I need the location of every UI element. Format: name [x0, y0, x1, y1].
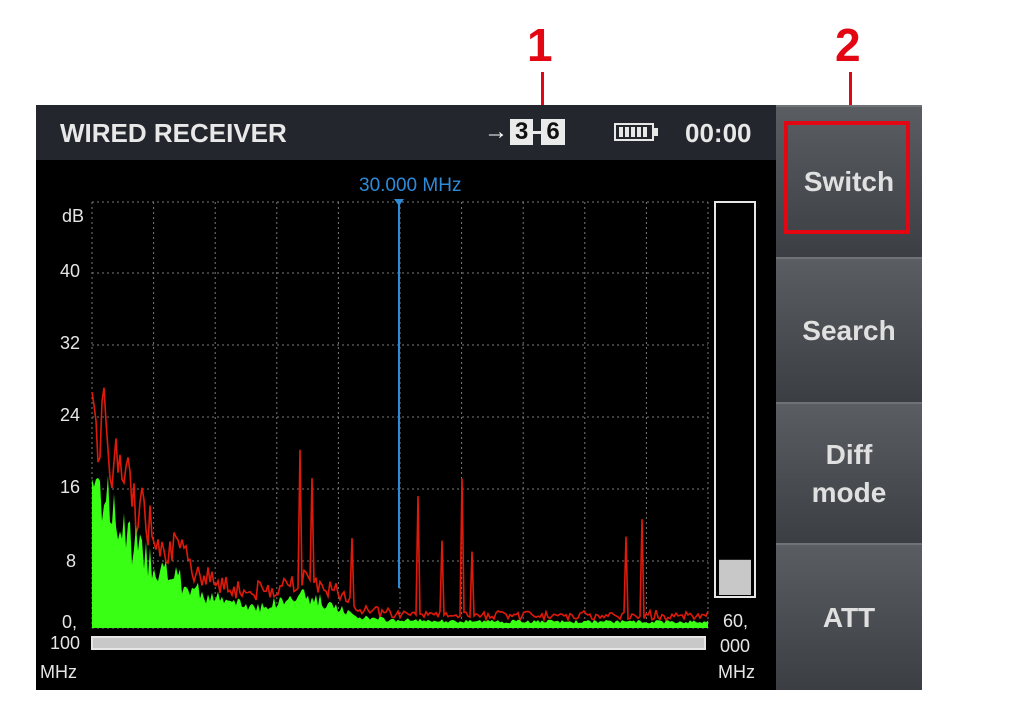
channel-from: 3 — [510, 119, 534, 145]
x-start-value: 100 — [50, 633, 80, 653]
arrow-right-icon: → — [484, 118, 508, 145]
spectrum-svg: dB 40 32 24 16 8 0, 30.000 MHz 100 MHz 6… — [40, 175, 756, 682]
y-tick-0: 0, — [62, 612, 77, 632]
spectrum-plot: dB 40 32 24 16 8 0, 30.000 MHz 100 MHz 6… — [36, 160, 776, 690]
x-end-value: 60, — [723, 611, 748, 631]
callout-1: 1 — [527, 19, 553, 71]
y-tick-8: 8 — [66, 551, 76, 571]
search-button[interactable]: Search — [776, 257, 922, 402]
y-tick-40: 40 — [60, 261, 80, 281]
channel-indicator: → 3 6 — [484, 119, 565, 145]
clock: 00:00 — [685, 118, 752, 148]
y-tick-16: 16 — [60, 477, 80, 497]
channel-to: 6 — [541, 119, 565, 145]
x-end-value-2: 000 — [720, 636, 750, 656]
x-start-unit: MHz — [40, 662, 77, 682]
y-tick-24: 24 — [60, 405, 80, 425]
diff-mode-button[interactable]: Diff mode — [776, 402, 922, 543]
att-button[interactable]: ATT — [776, 543, 922, 690]
y-tick-32: 32 — [60, 333, 80, 353]
x-end-unit: MHz — [718, 662, 755, 682]
screen-title: WIRED RECEIVER — [60, 118, 287, 148]
switch-highlight-box — [784, 121, 910, 234]
frequency-range-bar[interactable] — [91, 636, 706, 650]
callout-2: 2 — [835, 19, 861, 71]
marker-frequency: 30.000 MHz — [359, 175, 461, 196]
battery-icon — [614, 123, 658, 141]
level-meter — [714, 201, 756, 598]
y-unit-label: dB — [62, 206, 84, 226]
status-bar: WIRED RECEIVER → 3 6 00:00 — [36, 105, 776, 160]
level-meter-fill — [719, 559, 751, 595]
channel-dash — [533, 130, 542, 134]
callout-1-line — [541, 72, 544, 108]
